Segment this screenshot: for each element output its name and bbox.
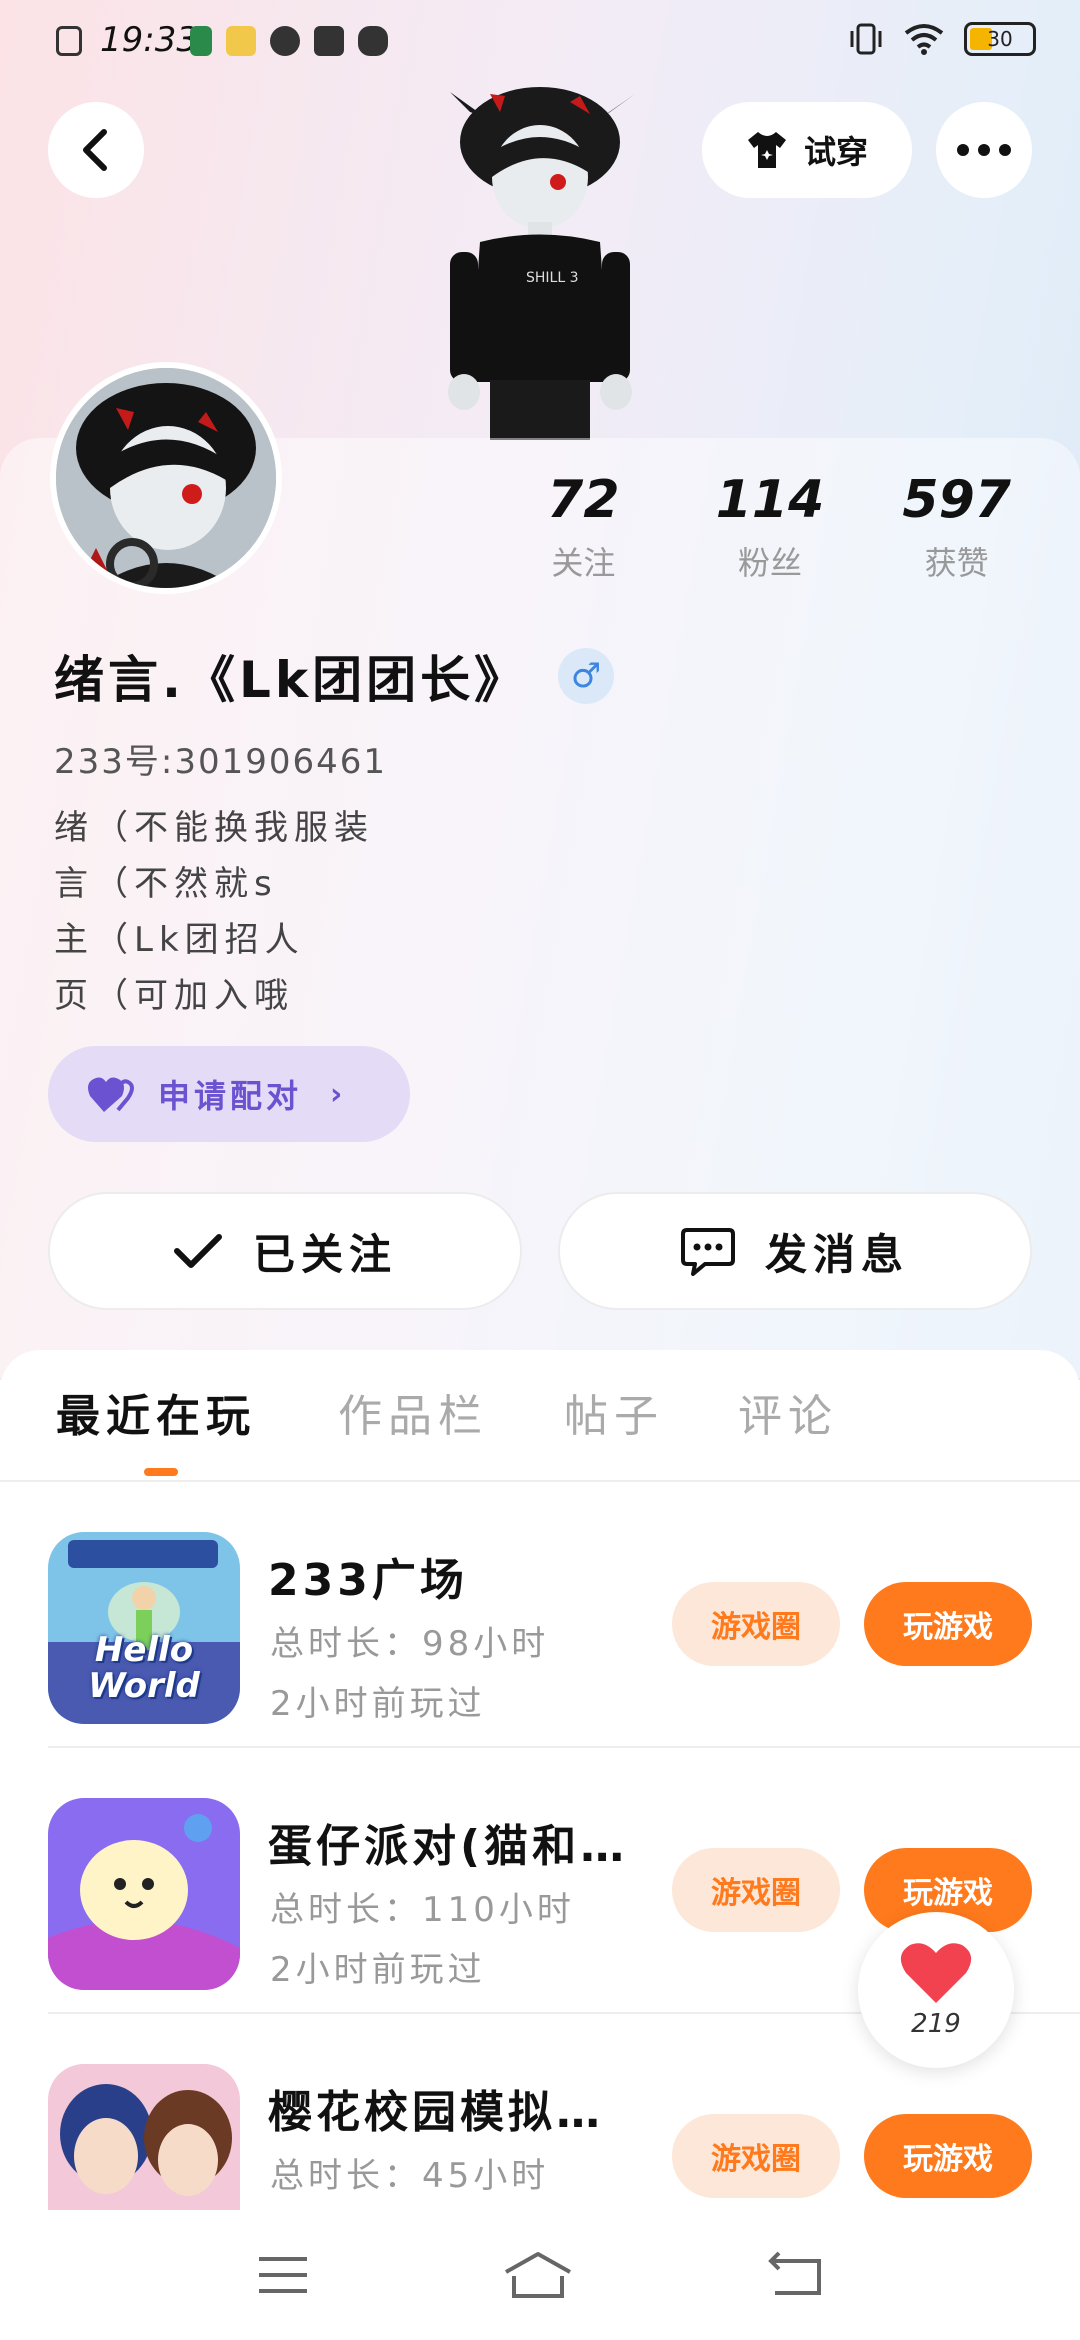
stat-label: 获赞 — [924, 544, 989, 582]
avatar-3d-figure: SHILL 3 — [430, 82, 650, 440]
back-button[interactable] — [48, 102, 144, 198]
tab-comments[interactable]: 评论 — [738, 1380, 838, 1444]
tab-recently-played[interactable]: 最近在玩 — [56, 1380, 256, 1444]
send-message-label: 发消息 — [764, 1229, 909, 1279]
name-row: 绪言.《Lk团团长》 ♂ — [54, 640, 615, 712]
stat-likes[interactable]: 597 获赞 — [863, 470, 1050, 584]
gender-male-icon: ♂ — [558, 648, 615, 704]
game-icon[interactable] — [48, 1798, 240, 1990]
bio-line: 主（Lk团招人 — [54, 920, 305, 960]
game-icon[interactable]: Hello World — [48, 1532, 240, 1724]
vibrate-icon — [850, 23, 882, 55]
play-game-button[interactable]: 玩游戏 — [864, 1582, 1032, 1666]
play-notification-icon — [314, 26, 344, 56]
menu-icon[interactable] — [255, 2253, 311, 2297]
stat-value: 72 — [547, 470, 620, 530]
sim-icon — [56, 26, 82, 56]
stat-label: 关注 — [551, 544, 616, 582]
followed-label: 已关注 — [252, 1229, 397, 1279]
check-icon — [173, 1234, 222, 1268]
bio: 绪（不能换我服装 言（不然就s 主（Lk团招人 页（可加入哦 — [54, 800, 374, 1024]
tshirt-icon — [747, 132, 786, 168]
svg-text:SHILL 3: SHILL 3 — [526, 270, 579, 286]
game-list-item[interactable]: Hello World 233广场 总时长：98小时 2小时前玩过 游戏圈 玩游… — [0, 1482, 1080, 1748]
app-notification-icon — [270, 26, 300, 56]
notification-icons — [190, 26, 388, 56]
status-right: 30 — [848, 22, 1036, 56]
stat-followers[interactable]: 114 粉丝 — [677, 470, 864, 584]
game-duration: 总时长：98小时 — [270, 1624, 550, 1664]
followed-button[interactable]: 已关注 — [48, 1192, 522, 1310]
avatar-image — [56, 368, 276, 588]
username: 绪言.《Lk团团长》 — [54, 651, 529, 709]
more-dots-icon — [957, 144, 1011, 156]
double-heart-icon — [88, 1077, 134, 1112]
app-notification-icon — [190, 26, 212, 56]
battery-icon: 30 — [964, 22, 1036, 56]
battery-level: 30 — [987, 27, 1013, 51]
game-title: 233广场 — [268, 1555, 468, 1606]
game-last-played: 2小时前玩过 — [270, 1950, 486, 1990]
chevron-right-icon: › — [330, 1076, 347, 1112]
home-icon[interactable] — [502, 2250, 574, 2300]
bio-line: 绪（不能换我服装 — [54, 808, 374, 848]
back-arrow-icon — [83, 129, 107, 171]
play-game-button[interactable]: 玩游戏 — [864, 2114, 1032, 2198]
game-circle-button[interactable]: 游戏圈 — [672, 1582, 840, 1666]
pinwheel-notification-icon — [358, 26, 388, 56]
game-icon-text: Hello World — [88, 1630, 200, 1706]
like-floating-button[interactable]: 219 — [858, 1912, 1014, 2068]
bio-line: 言（不然就s — [54, 864, 278, 904]
profile-tabs: 最近在玩 作品栏 帖子 评论 — [0, 1380, 1080, 1480]
game-circle-button[interactable]: 游戏圈 — [672, 1848, 840, 1932]
stat-label: 粉丝 — [738, 544, 803, 582]
stat-following[interactable]: 72 关注 — [490, 470, 677, 584]
game-title: 蛋仔派对(猫和… — [268, 1821, 628, 1872]
system-navigation-bar — [0, 2210, 1080, 2340]
game-duration: 总时长：45小时 — [270, 2156, 550, 2196]
more-options-button[interactable] — [936, 102, 1032, 198]
active-tab-indicator — [144, 1468, 178, 1476]
heart-icon — [900, 1943, 972, 2003]
tab-works[interactable]: 作品栏 — [338, 1380, 488, 1444]
status-time: 19:33 — [100, 20, 198, 60]
content-panel: 最近在玩 作品栏 帖子 评论 Hello World 233广场 总时长：98小… — [0, 1350, 1080, 2340]
status-left-icons — [56, 26, 82, 56]
game-title: 樱花校园模拟… — [268, 2087, 604, 2138]
user-id[interactable]: 233号:301906461 — [54, 734, 387, 783]
tab-posts[interactable]: 帖子 — [564, 1380, 664, 1444]
status-bar: 19:33 30 — [0, 0, 1080, 84]
bio-line: 页（可加入哦 — [54, 976, 294, 1016]
back-nav-icon[interactable] — [765, 2251, 825, 2299]
apply-pair-label: 申请配对 — [158, 1077, 303, 1115]
wifi-icon — [904, 24, 944, 55]
game-duration: 总时长：110小时 — [270, 1890, 575, 1930]
app-notification-icon — [226, 26, 256, 56]
stat-value: 597 — [902, 470, 1011, 530]
game-last-played: 2小时前玩过 — [270, 1684, 486, 1724]
profile-stats: 72 关注 114 粉丝 597 获赞 — [490, 470, 1050, 584]
message-bubble-icon — [680, 1228, 735, 1276]
send-message-button[interactable]: 发消息 — [558, 1192, 1032, 1310]
try-on-button[interactable]: 试穿 — [702, 102, 912, 198]
try-on-label: 试穿 — [803, 133, 868, 171]
apply-pair-button[interactable]: 申请配对 › — [48, 1046, 410, 1142]
stat-value: 114 — [715, 470, 825, 530]
like-count: 219 — [911, 2009, 961, 2039]
avatar[interactable] — [50, 362, 282, 594]
game-circle-button[interactable]: 游戏圈 — [672, 2114, 840, 2198]
